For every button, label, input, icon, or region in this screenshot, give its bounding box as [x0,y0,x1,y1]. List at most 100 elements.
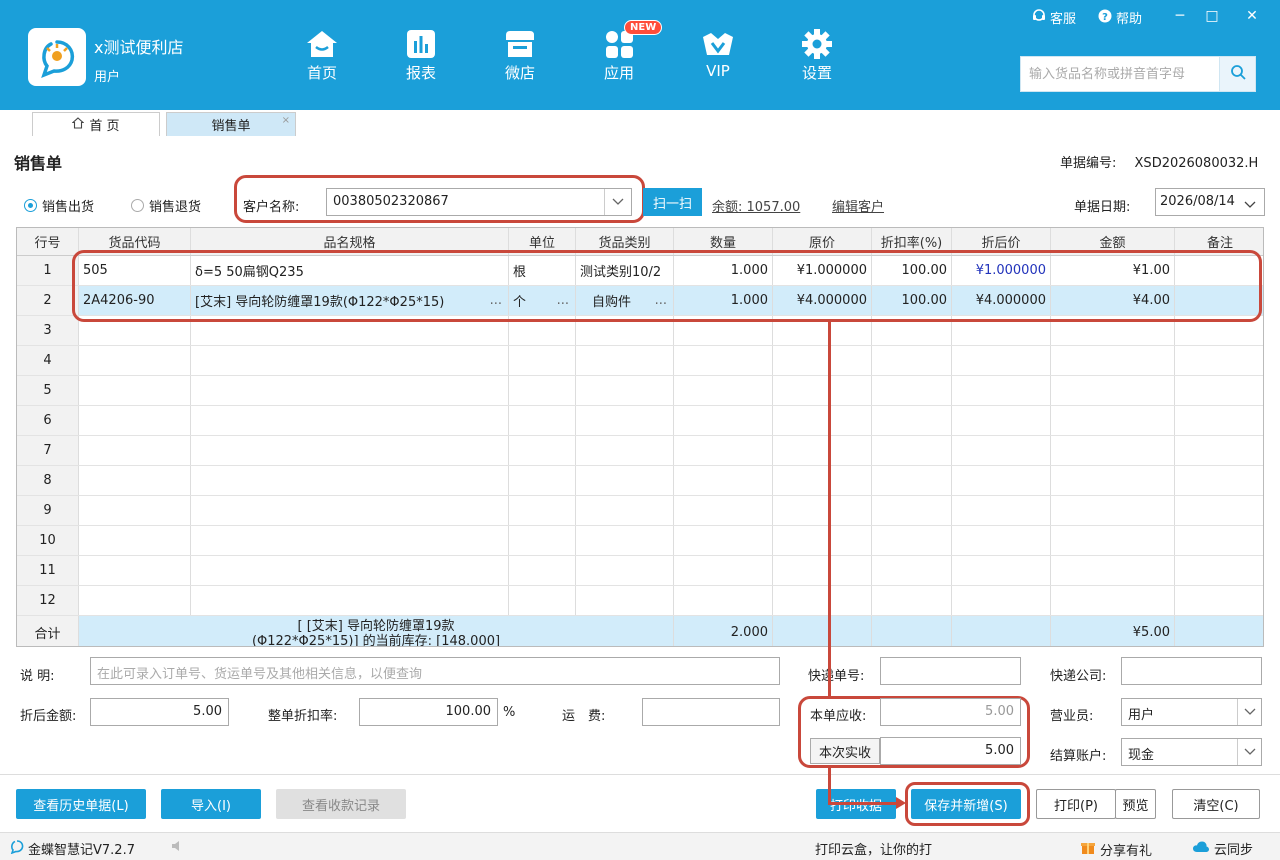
row-name[interactable]: [艾末] 导向轮防缠罩19款(Φ122*Φ25*15) ... [191,286,509,315]
row-price[interactable]: ¥1.000000 [773,256,872,285]
total-amount: ¥5.00 [1051,616,1175,646]
row-price[interactable]: ¥4.000000 [773,286,872,315]
tab-home[interactable]: 首 页 [32,112,160,136]
freight-input[interactable] [642,698,780,726]
row-qty[interactable]: 1.000 [674,256,773,285]
table-row[interactable]: 10 [17,526,1263,556]
col-header-qty[interactable]: 数量 [674,228,773,255]
row-qty[interactable]: 1.000 [674,286,773,315]
row-category[interactable]: 自购件 ... [576,286,674,315]
row-discounted-price[interactable]: ¥4.000000 [952,286,1051,315]
more-icon[interactable]: ... [655,293,667,308]
express-no-input[interactable] [880,657,1021,685]
col-header-unit[interactable]: 单位 [509,228,576,255]
more-icon[interactable]: ... [490,293,502,308]
row-discounted-price[interactable]: ¥1.000000 [952,256,1051,285]
nav-settings[interactable]: 设置 [784,28,850,84]
salesman-dropdown-button[interactable] [1237,699,1261,725]
col-header-code[interactable]: 货品代码 [79,228,191,255]
table-row[interactable]: 5 [17,376,1263,406]
maximize-button[interactable]: □ [1202,6,1222,26]
this-received-button[interactable]: 本次实收 [810,738,880,764]
col-header-category[interactable]: 货品类别 [576,228,674,255]
nav-vip[interactable]: VIP [685,28,751,84]
nav-apps[interactable]: 应用 NEW [586,20,663,84]
col-header-name[interactable]: 品名规格 [191,228,509,255]
row-rate[interactable]: 100.00 [872,286,952,315]
preview-button[interactable]: 预览 [1115,789,1156,819]
col-header-rate[interactable]: 折扣率(%) [872,228,952,255]
chevron-down-icon [1244,745,1256,760]
whole-discount-input[interactable]: 100.00 [359,698,498,726]
row-amount[interactable]: ¥4.00 [1051,286,1175,315]
account-dropdown-button[interactable] [1237,739,1261,765]
row-name[interactable]: δ=5 50扁钢Q235 [191,256,509,285]
app-logo [28,28,86,86]
print-button[interactable]: 打印(P) [1036,789,1116,819]
chevron-down-icon[interactable] [1244,198,1256,213]
date-label: 单据日期: [1074,200,1131,215]
help-link[interactable]: ? 帮助 [1098,8,1142,27]
row-unit[interactable]: 个 ... [509,286,576,315]
row-no: 11 [17,556,79,585]
table-row[interactable]: 2 2A4206-90 [艾末] 导向轮防缠罩19款(Φ122*Φ25*15) … [17,286,1263,316]
product-search-input[interactable] [1021,57,1219,91]
table-row[interactable]: 8 [17,466,1263,496]
row-code[interactable]: 505 [79,256,191,285]
edit-customer-link[interactable]: 编辑客户 [832,196,884,215]
table-row[interactable]: 9 [17,496,1263,526]
tab-sales-order[interactable]: 销售单 × [166,112,296,136]
product-search [1020,56,1256,92]
clear-button[interactable]: 清空(C) [1172,789,1260,819]
table-row[interactable]: 4 [17,346,1263,376]
table-row[interactable]: 12 [17,586,1263,616]
scan-button[interactable]: 扫一扫 [643,188,702,216]
customer-select[interactable]: 00380502320867 [326,188,632,216]
radio-sales-out[interactable]: 销售出货 [24,196,94,215]
row-no: 6 [17,406,79,435]
minimize-button[interactable]: ─ [1170,6,1190,26]
row-note[interactable] [1175,256,1263,285]
row-note[interactable] [1175,286,1263,315]
promo-text[interactable]: 打印云盒，让你的打 [815,839,932,858]
whole-discount-label: 整单折扣率: [268,709,338,724]
row-category[interactable]: 测试类别10/2 [576,256,674,285]
nav-weishop[interactable]: 微店 [487,28,553,84]
row-unit-text: 个 [513,295,527,310]
table-row[interactable]: 1 505 δ=5 50扁钢Q235 根 测试类别10/2 1.000 ¥1.0… [17,256,1263,286]
close-icon[interactable]: × [282,115,290,126]
table-row[interactable]: 7 [17,436,1263,466]
nav-report[interactable]: 报表 [388,28,454,84]
table-row[interactable]: 3 [17,316,1263,346]
customer-dropdown-button[interactable] [604,189,631,215]
nav-home[interactable]: 首页 [289,28,355,84]
speaker-icon[interactable] [170,839,184,853]
save-and-new-button[interactable]: 保存并新增(S) [911,789,1021,819]
col-header-note[interactable]: 备注 [1175,228,1263,255]
row-unit[interactable]: 根 [509,256,576,285]
col-header-discounted-price[interactable]: 折后价 [952,228,1051,255]
row-code[interactable]: 2A4206-90 [79,286,191,315]
search-button[interactable] [1219,57,1255,91]
customer-balance[interactable]: 余额: 1057.00 [712,196,800,215]
col-header-amount[interactable]: 金额 [1051,228,1175,255]
row-rate[interactable]: 100.00 [872,256,952,285]
table-row[interactable]: 6 [17,406,1263,436]
radio-sales-return[interactable]: 销售退货 [131,196,201,215]
this-received-input[interactable]: 5.00 [880,737,1021,765]
cloud-sync[interactable]: 云同步 [1192,839,1253,858]
table-row[interactable]: 11 [17,556,1263,586]
share-gift[interactable]: 分享有礼 [1080,839,1152,859]
col-header-no[interactable]: 行号 [17,228,79,255]
view-receipts-button[interactable]: 查看收款记录 [276,789,406,819]
view-history-button[interactable]: 查看历史单据(L) [16,789,146,819]
remark-input[interactable]: 在此可录入订单号、货运单号及其他相关信息，以便查询 [90,657,780,685]
express-company-input[interactable] [1121,657,1262,685]
discounted-amount-input[interactable]: 5.00 [90,698,229,726]
close-window-button[interactable]: ✕ [1242,6,1262,26]
col-header-price[interactable]: 原价 [773,228,872,255]
import-button[interactable]: 导入(I) [161,789,261,819]
customer-service[interactable]: 客服 [1032,8,1076,27]
more-icon[interactable]: ... [557,293,569,308]
row-amount[interactable]: ¥1.00 [1051,256,1175,285]
